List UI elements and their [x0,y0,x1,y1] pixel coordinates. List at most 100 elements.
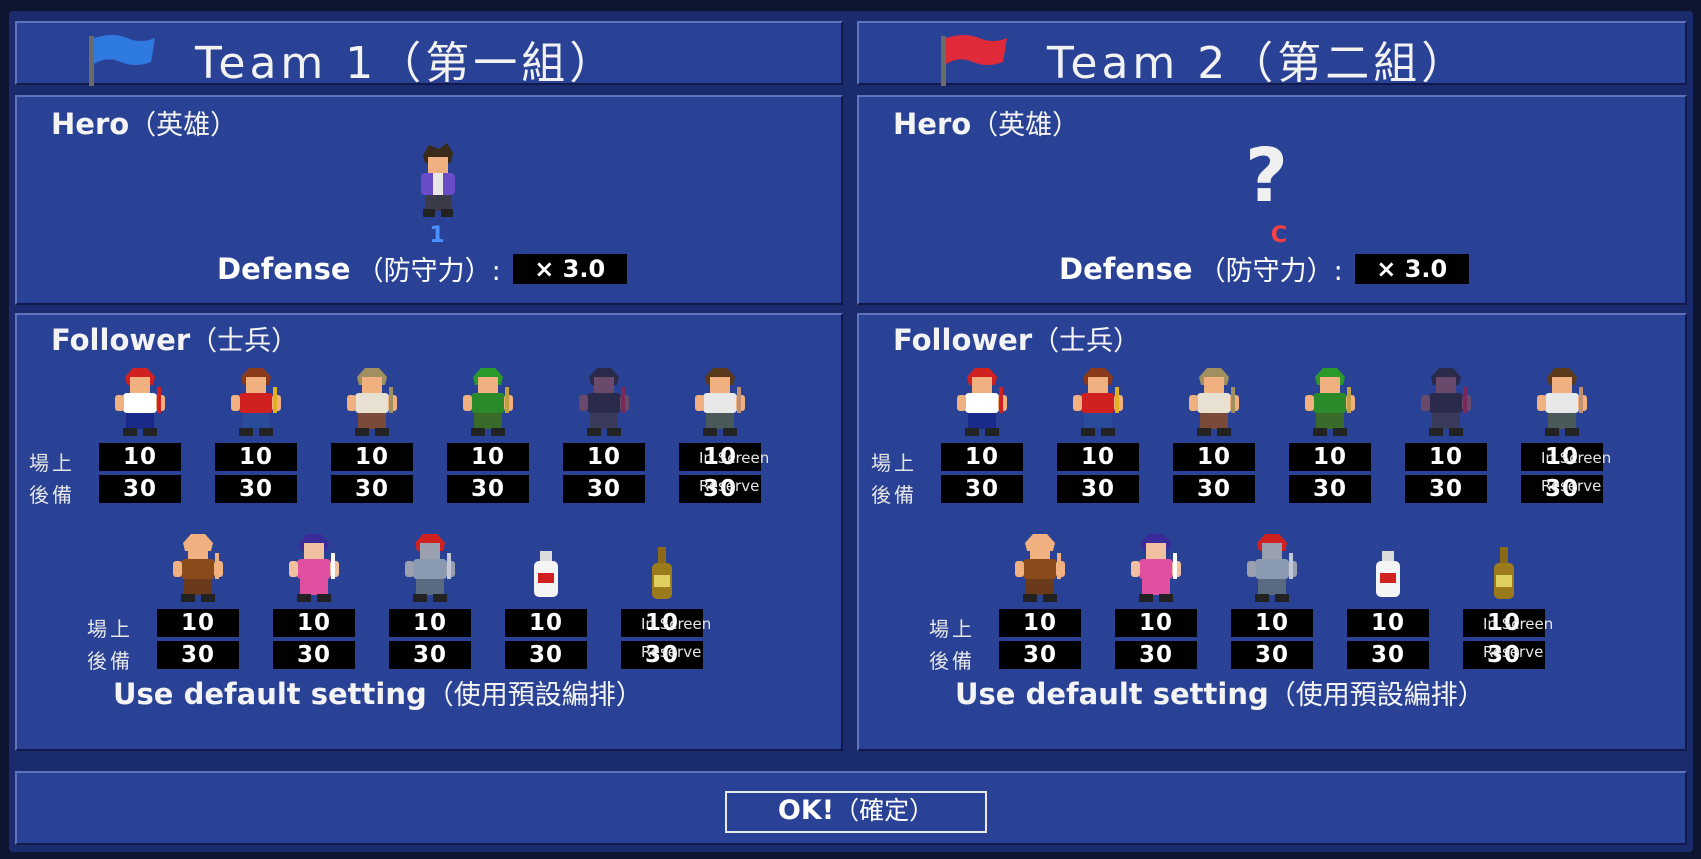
in-screen-count[interactable]: 10 [1173,443,1255,471]
reserve-count[interactable]: 30 [1405,475,1487,503]
monk-icon [173,534,223,602]
follower-green-archer: 10 30 [1289,363,1371,503]
red-flag-icon [941,35,1007,86]
defense-label: Defense [217,251,351,286]
hero-id: C [1270,223,1288,248]
follower-monk: 10 30 [999,529,1081,669]
bandit-icon [115,368,165,436]
ninja-icon [1421,368,1471,436]
in-screen-count[interactable]: 10 [1231,609,1313,637]
reserve-count[interactable]: 30 [99,475,181,503]
in-screen-count[interactable]: 10 [1057,443,1139,471]
reserve-count[interactable]: 30 [1173,475,1255,503]
follower-knight: 10 30 [389,529,471,669]
reserve-count[interactable]: 30 [941,475,1023,503]
in-screen-count[interactable]: 10 [1289,443,1371,471]
reserve-count[interactable]: 30 [389,641,471,669]
reserve-count[interactable]: 30 [1231,641,1313,669]
team2-follower-panel: Follower（士兵） 場上 後備 10 30 10 30 10 30 10 30 10 30 10 3… [857,313,1687,751]
reserve-count[interactable]: 30 [505,641,587,669]
reserve-count[interactable]: 30 [157,641,239,669]
follower-ninja: 10 30 [1405,363,1487,503]
hero-label-cn: （英雄） [971,110,1080,141]
reserve-count[interactable]: 30 [1289,475,1371,503]
follower-label-text: Follower [893,323,1033,357]
hero-label-text: Hero [893,107,972,141]
follower-label: Follower（士兵） [51,319,298,358]
in-screen-count[interactable]: 10 [331,443,413,471]
follower-knight: 10 30 [1231,529,1313,669]
beer-bottle-icon [652,547,672,599]
team2-header: Team 2（第二組） [857,21,1687,89]
defense-row: Defense （防守力）: × 3.0 [1059,249,1469,288]
use-default-setting-button[interactable]: Use default setting（使用預設編排） [955,673,1485,712]
in-screen-count[interactable]: 10 [215,443,297,471]
reserve-label: Reserve [1483,643,1544,661]
in-screen-count[interactable]: 10 [447,443,529,471]
follower-bandit: 10 30 [99,363,181,503]
reserve-count[interactable]: 30 [273,641,355,669]
reserve-count[interactable]: 30 [1347,641,1429,669]
hunter-icon [1073,368,1123,436]
in-screen-count[interactable]: 10 [1405,443,1487,471]
reserve-count[interactable]: 30 [1115,641,1197,669]
in-screen-count[interactable]: 10 [389,609,471,637]
in-screen-count[interactable]: 10 [157,609,239,637]
princess-icon [1131,534,1181,602]
in-screen-cn-label: 場上 [871,451,917,475]
mark-icon [1189,368,1239,436]
follower-green-archer: 10 30 [447,363,529,503]
reserve-count[interactable]: 30 [447,475,529,503]
hero-sprite-icon [421,143,455,217]
flag-cloth [94,35,155,65]
hero-portrait[interactable] [409,141,467,225]
reserve-label: Reserve [1541,477,1602,495]
reserve-count[interactable]: 30 [1057,475,1139,503]
follower-label-cn: （士兵） [1032,326,1141,357]
reserve-count[interactable]: 30 [999,641,1081,669]
follower-ninja: 10 30 [563,363,645,503]
ok-label: OK! [777,795,835,826]
in-screen-count[interactable]: 10 [999,609,1081,637]
blue-flag-icon [89,35,155,86]
follower-princess: 10 30 [1115,529,1197,669]
flag-cloth [946,35,1007,65]
green-archer-icon [463,368,513,436]
team1-hero-panel: Hero（英雄） 1 Defense （防守力）: × 3.0 [15,95,843,305]
in-screen-count[interactable]: 10 [1115,609,1197,637]
green-archer-icon [1305,368,1355,436]
hero-id: 1 [429,223,445,248]
in-screen-count[interactable]: 10 [941,443,1023,471]
follower-hunter: 10 30 [215,363,297,503]
in-screen-count[interactable]: 10 [99,443,181,471]
defense-label: Defense [1059,251,1193,286]
team1-title: Team 1（第一組） [195,38,618,89]
team2-title: Team 2（第二組） [1047,38,1470,89]
hero-label: Hero（英雄） [51,103,237,142]
knight-icon [405,534,455,602]
defense-value[interactable]: × 3.0 [1354,253,1469,284]
in-screen-count[interactable]: 10 [1347,609,1429,637]
follower-label-text: Follower [51,323,191,357]
reserve-count[interactable]: 30 [215,475,297,503]
follower-mark: 10 30 [331,363,413,503]
hunter-icon [231,368,281,436]
defense-value[interactable]: × 3.0 [512,253,627,284]
reserve-label: Reserve [699,477,760,495]
mark-icon [347,368,397,436]
follower-label: Follower（士兵） [893,319,1140,358]
use-default-setting-button[interactable]: Use default setting（使用預設編排） [113,673,643,712]
in-screen-count[interactable]: 10 [563,443,645,471]
reserve-count[interactable]: 30 [563,475,645,503]
team-setup-board: Team 1（第一組） Hero（英雄） 1 Defense （防守力）: × … [9,11,1693,852]
follower-princess: 10 30 [273,529,355,669]
in-screen-count[interactable]: 10 [273,609,355,637]
in-screen-count[interactable]: 10 [505,609,587,637]
reserve-cn-label: 後備 [929,649,975,673]
reserve-count[interactable]: 30 [331,475,413,503]
random-hero-question-mark[interactable]: ? [1245,133,1288,219]
ok-button[interactable]: OK!（確定） [725,791,987,833]
in-screen-label: In Screen [1483,615,1554,633]
milk-bottle-icon [534,551,558,597]
follower-bandit: 10 30 [941,363,1023,503]
